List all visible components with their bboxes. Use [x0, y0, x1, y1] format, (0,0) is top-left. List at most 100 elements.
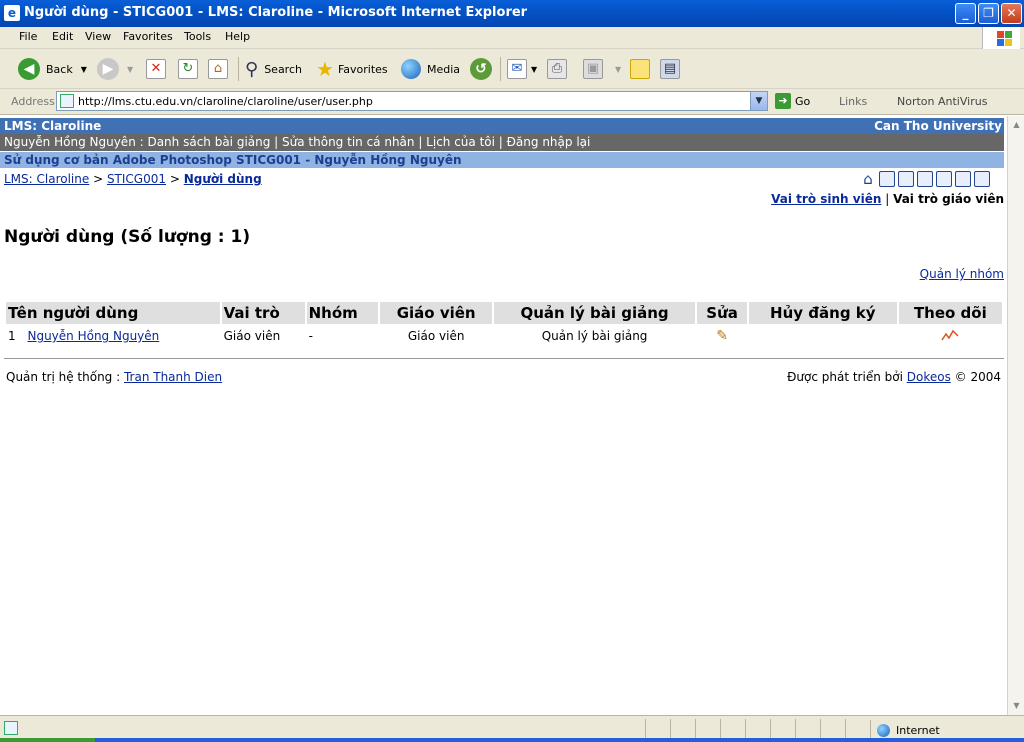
list-icon[interactable] — [879, 171, 895, 187]
home-icon: ⌂ — [208, 59, 228, 79]
star-icon: ★ — [316, 57, 334, 81]
stop-button[interactable]: ✕ — [146, 56, 166, 82]
page-icon — [4, 721, 18, 735]
course-bar: Sử dụng cơ bản Adobe Photoshop STICG001 … — [0, 152, 1004, 168]
edit-page-icon: ▣ — [583, 59, 603, 79]
footer-admin: Quản trị hệ thống : Tran Thanh Dien — [6, 370, 222, 384]
go-button[interactable]: ➜ Go — [775, 93, 810, 109]
teacher-role-current: Vai trò giáo viên — [893, 192, 1004, 206]
taskbar-edge — [0, 738, 1024, 742]
address-bar: Address http://lms.ctu.edu.vn/claroline/… — [0, 89, 1024, 115]
menu-bar: File Edit View Favorites Tools Help — [0, 27, 1024, 49]
institution-name[interactable]: Can Tho University — [874, 119, 1002, 133]
window-title: Người dùng - STICG001 - LMS: Claroline -… — [24, 5, 528, 20]
maximize-button[interactable]: ❐ — [978, 3, 999, 24]
menu-favorites[interactable]: Favorites — [123, 30, 173, 43]
back-label: Back — [46, 62, 73, 76]
address-url: http://lms.ctu.edu.vn/claroline/clarolin… — [78, 95, 373, 108]
chevron-down-icon: ▼ — [127, 64, 134, 74]
footer-powered: Được phát triển bởi Dokeos © 2004 — [787, 370, 1001, 384]
mail-button[interactable]: ✉ ▼ — [507, 56, 537, 82]
minimize-button[interactable]: _ — [955, 3, 976, 24]
cell-role: Giáo viên — [223, 329, 281, 343]
discuss-button[interactable] — [630, 56, 650, 82]
course-tools: ⌂ — [860, 171, 990, 187]
address-label: Address — [11, 95, 55, 108]
home-icon[interactable]: ⌂ — [860, 171, 876, 187]
scroll-up-icon[interactable]: ▲ — [1010, 118, 1023, 132]
document-icon[interactable] — [974, 171, 990, 187]
printer-icon: ⎙ — [547, 59, 567, 79]
admin-link[interactable]: Tran Thanh Dien — [124, 370, 222, 384]
edit-button[interactable]: ▣ ▼ — [583, 56, 621, 82]
dokeos-link[interactable]: Dokeos — [907, 370, 951, 384]
student-role-link[interactable]: Vai trò sinh viên — [771, 192, 881, 206]
menu-view[interactable]: View — [85, 30, 111, 43]
site-name[interactable]: LMS: Claroline — [4, 119, 101, 133]
manage-groups-link[interactable]: Quản lý nhóm — [920, 267, 1004, 281]
cell-course-admin: Quản lý bài giảng — [541, 329, 648, 343]
close-button[interactable]: ✕ — [1001, 3, 1022, 24]
zone-label: Internet — [896, 723, 940, 737]
breadcrumb-current[interactable]: Người dùng — [184, 172, 262, 186]
refresh-button[interactable]: ↻ — [178, 56, 198, 82]
media-button[interactable]: Media — [401, 56, 460, 82]
table-header-row: Tên người dùng Vai trò Nhóm Giáo viên Qu… — [6, 302, 1002, 324]
calendar-icon[interactable] — [898, 171, 914, 187]
security-zone: Internet — [870, 720, 1024, 740]
go-arrow-icon: ➜ — [775, 93, 791, 109]
favorites-label: Favorites — [337, 62, 388, 76]
edit-tool-icon[interactable] — [955, 171, 971, 187]
row-index: 1 — [8, 329, 16, 343]
chevron-down-icon[interactable]: ▼ — [750, 92, 767, 110]
course-title[interactable]: Sử dụng cơ bản Adobe Photoshop STICG001 … — [4, 153, 462, 167]
scroll-down-icon[interactable]: ▼ — [1010, 699, 1023, 713]
user-menu[interactable]: Nguyễn Hồng Nguyên : Danh sách bài giảng… — [4, 135, 590, 149]
page-icon — [60, 94, 74, 108]
chevron-down-icon: ▼ — [531, 64, 538, 74]
breadcrumb-separator: > — [166, 172, 184, 186]
status-cell — [695, 719, 720, 739]
back-button[interactable]: ◀ Back ▼ — [18, 56, 87, 82]
research-button[interactable]: ▤ — [660, 56, 680, 82]
status-cell — [845, 719, 870, 739]
breadcrumb-home[interactable]: LMS: Claroline — [4, 172, 89, 186]
cell-username: 1 Nguyễn Hồng Nguyên — [6, 324, 220, 348]
network-icon[interactable] — [936, 171, 952, 187]
powered-label: Được phát triển bởi — [787, 370, 907, 384]
breadcrumb-course[interactable]: STICG001 — [107, 172, 166, 186]
menu-tools[interactable]: Tools — [184, 30, 211, 43]
cell-edit: ✎ — [697, 324, 747, 348]
copyright: © 2004 — [950, 370, 1001, 384]
address-input[interactable]: http://lms.ctu.edu.vn/claroline/clarolin… — [56, 91, 768, 111]
menu-help[interactable]: Help — [225, 30, 250, 43]
search-button[interactable]: ⚲ Search — [245, 56, 302, 82]
toolbar-separator — [500, 57, 501, 81]
cell-unregister — [749, 324, 897, 348]
note-icon — [630, 59, 650, 79]
print-button[interactable]: ⎙ — [547, 56, 567, 82]
pencil-icon[interactable]: ✎ — [716, 328, 728, 344]
windows-logo-icon — [982, 27, 1020, 49]
links-button[interactable]: Links — [839, 95, 867, 108]
role-separator: | — [881, 192, 894, 206]
forward-button[interactable]: ▶ ▼ — [97, 56, 133, 82]
history-button[interactable]: ↺ — [470, 56, 492, 82]
toolbar-separator — [238, 57, 239, 81]
stats-icon[interactable] — [941, 329, 959, 341]
divider — [4, 358, 1004, 359]
favorites-button[interactable]: ★ Favorites — [316, 56, 388, 82]
status-cells — [645, 719, 870, 739]
folder-icon[interactable] — [917, 171, 933, 187]
vertical-scrollbar[interactable]: ▲ ▼ — [1007, 116, 1024, 715]
home-button[interactable]: ⌂ — [208, 56, 228, 82]
menu-file[interactable]: File — [19, 30, 37, 43]
user-name-link[interactable]: Nguyễn Hồng Nguyên — [27, 329, 159, 343]
status-cell — [770, 719, 795, 739]
norton-toolbar[interactable]: Norton AntiVirus — [897, 95, 987, 108]
status-cell — [645, 719, 670, 739]
chevron-down-icon: ▼ — [615, 64, 622, 74]
cell-teacher: Giáo viên — [407, 329, 465, 343]
stop-icon: ✕ — [146, 59, 166, 79]
menu-edit[interactable]: Edit — [52, 30, 73, 43]
